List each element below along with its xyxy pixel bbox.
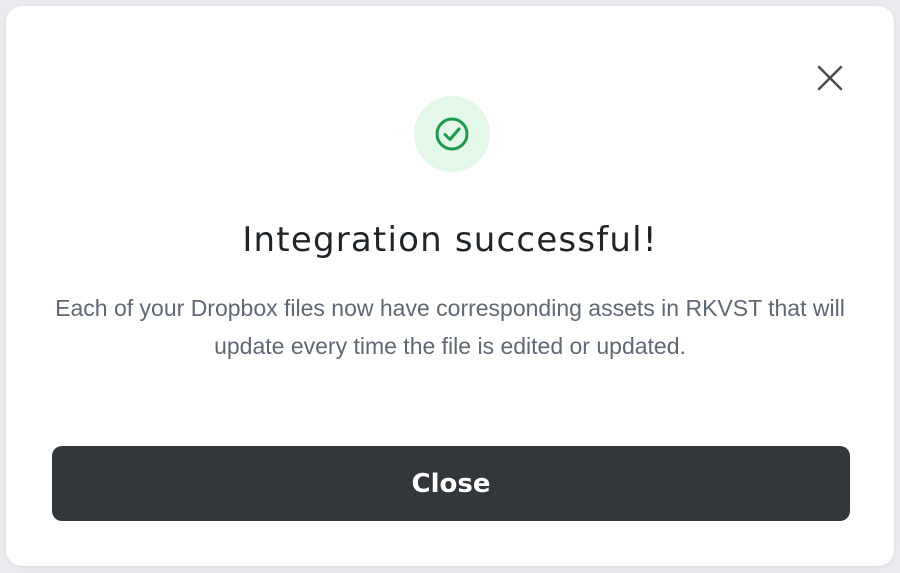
- close-icon: [817, 65, 843, 91]
- close-button[interactable]: Close: [52, 446, 850, 521]
- dialog-message: Each of your Dropbox files now have corr…: [55, 295, 845, 359]
- dialog-close-icon[interactable]: [812, 60, 848, 96]
- success-badge: [414, 96, 490, 172]
- integration-success-dialog: Integration successful! Each of your Dro…: [6, 6, 894, 566]
- check-circle-icon: [435, 117, 469, 151]
- dialog-title: Integration successful!: [242, 220, 658, 260]
